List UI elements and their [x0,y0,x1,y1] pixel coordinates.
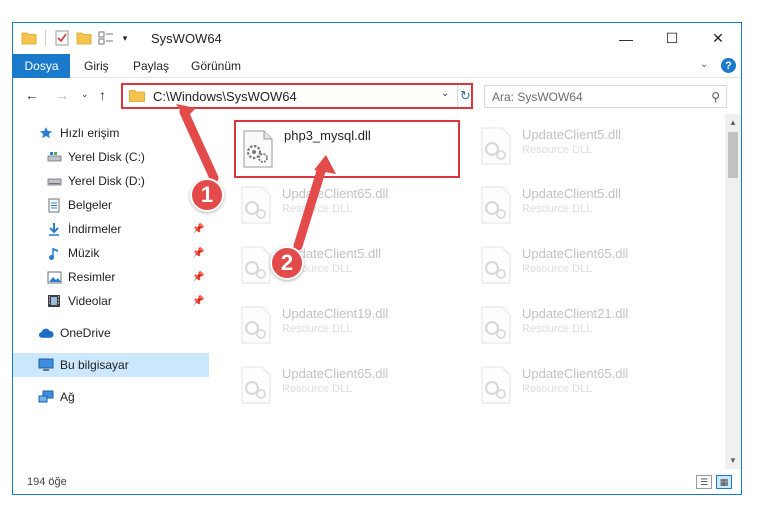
annotation-overlay [176,104,336,251]
step-marker-1: 1 [190,178,224,212]
annotation-arrow [293,163,327,251]
annotation-arrowhead [176,104,196,118]
step-marker-2: 2 [270,246,304,280]
annotation-arrow [179,107,219,183]
